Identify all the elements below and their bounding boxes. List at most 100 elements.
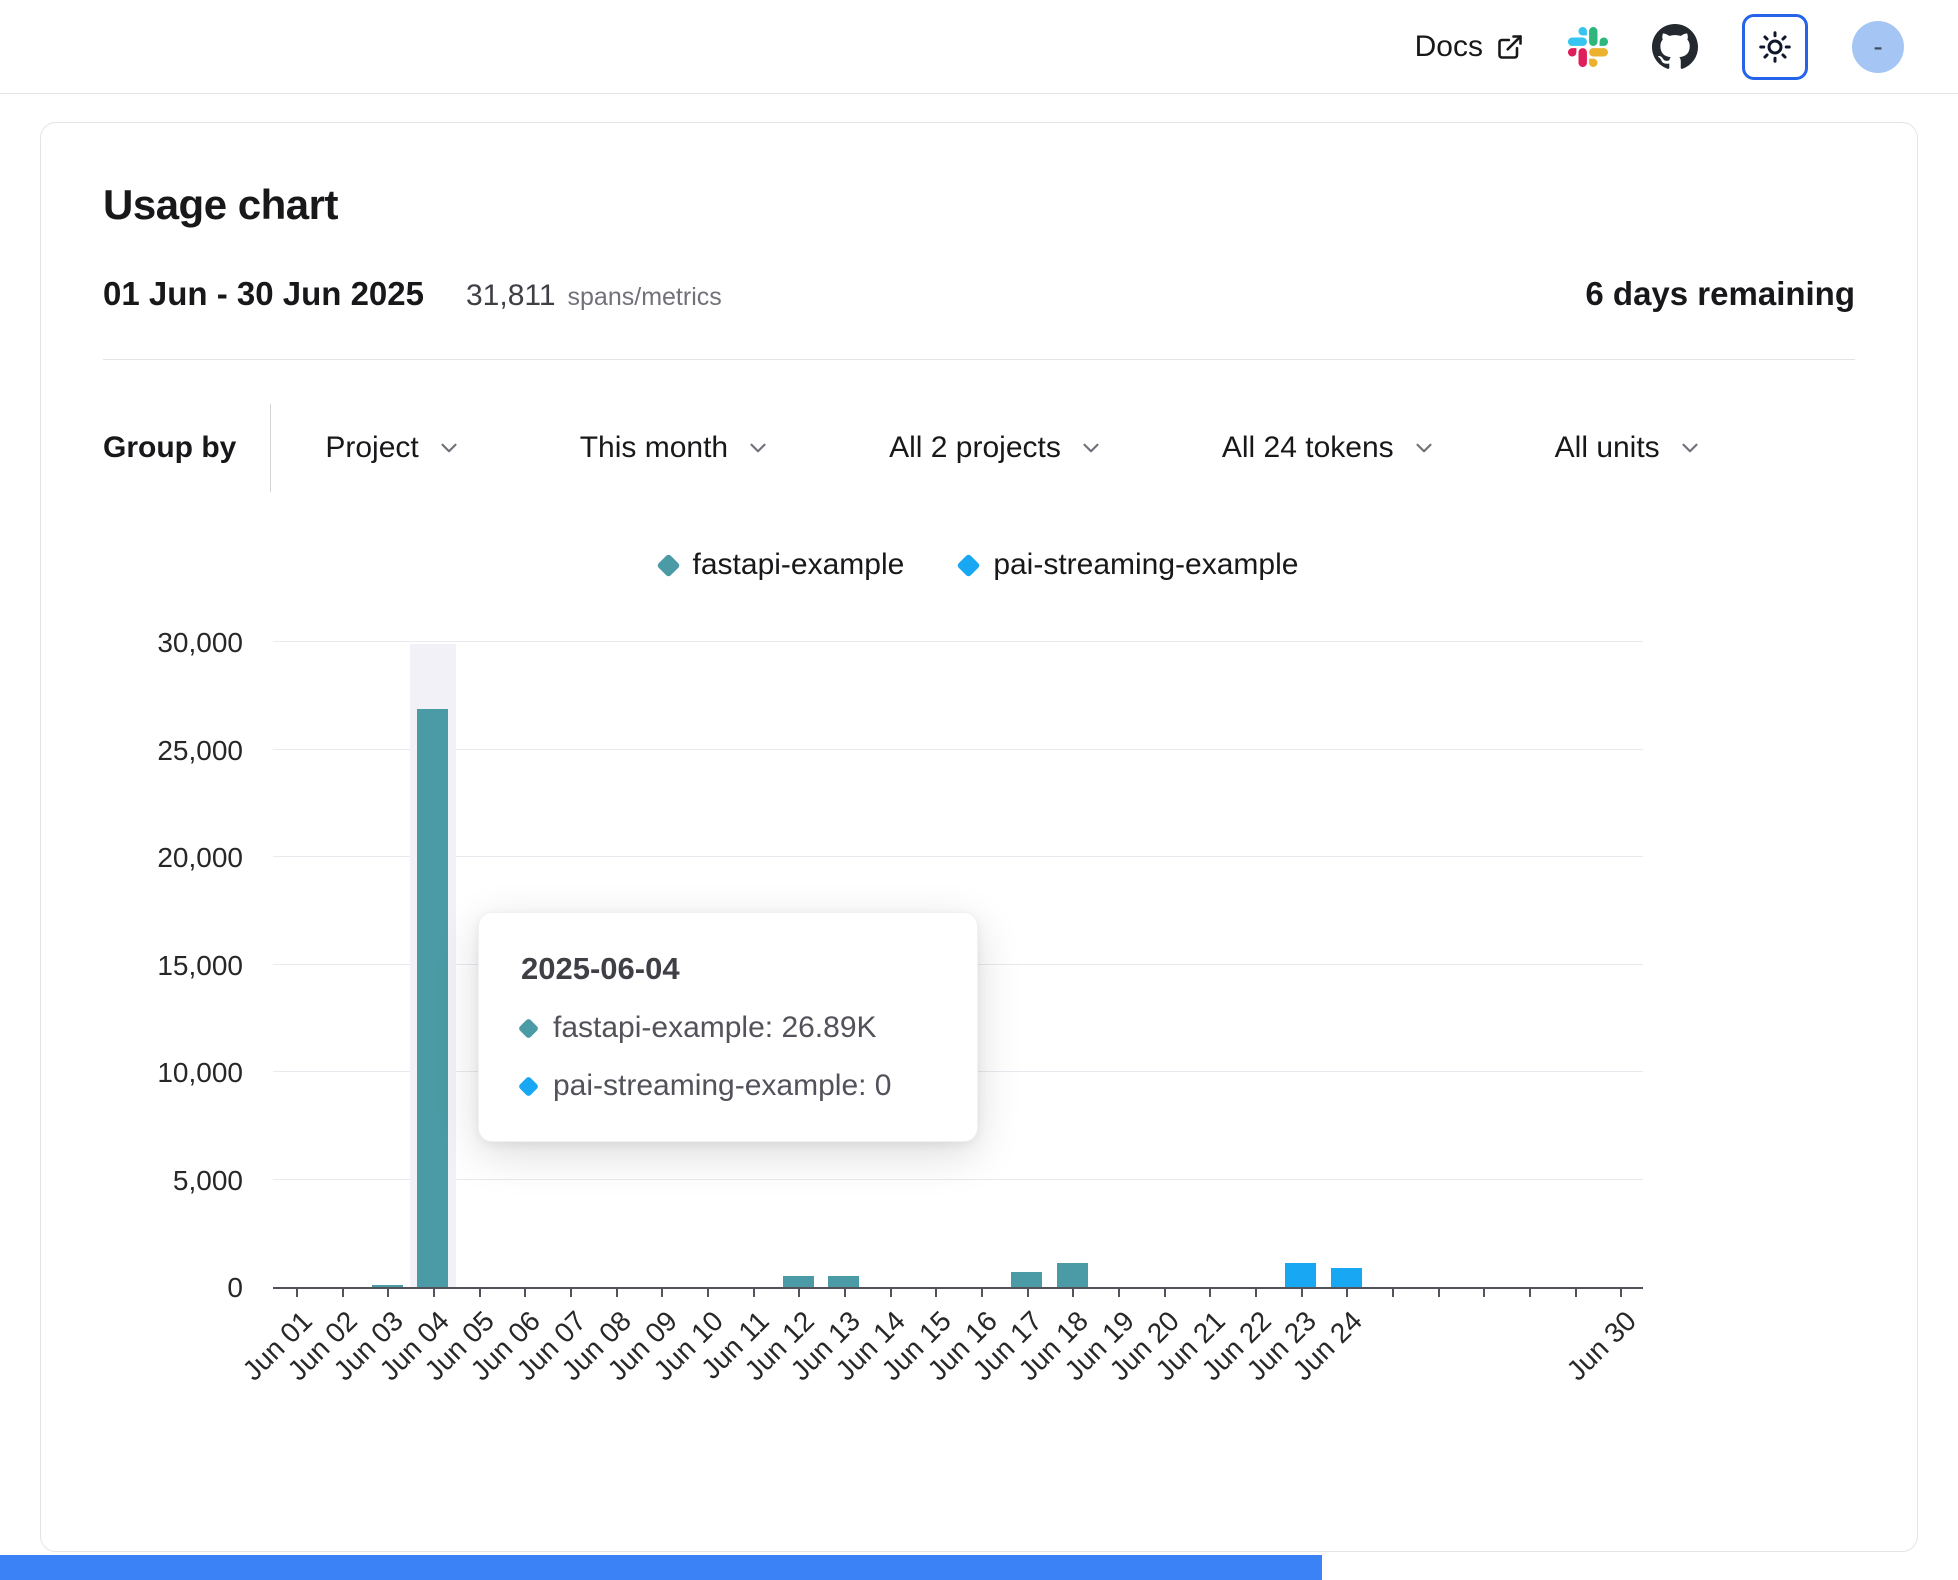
- x-axis-tick: [753, 1287, 755, 1297]
- chevron-down-icon: [1677, 435, 1703, 461]
- gridline: [273, 1179, 1643, 1180]
- section-divider: [103, 359, 1855, 360]
- bar-fastapi-example[interactable]: [1011, 1272, 1042, 1287]
- y-axis-label: 10,000: [103, 1057, 243, 1089]
- x-axis-tick: [1164, 1287, 1166, 1297]
- docs-link[interactable]: Docs: [1415, 30, 1524, 64]
- x-axis-tick: [570, 1287, 572, 1297]
- plot-area[interactable]: 2025-06-04 fastapi-example: 26.89K pai-s…: [273, 644, 1643, 1289]
- date-range: 01 Jun - 30 Jun 2025: [103, 275, 424, 313]
- y-axis-label: 20,000: [103, 842, 243, 874]
- total-count: 31,811: [466, 279, 556, 313]
- tooltip-row: fastapi-example: 26.89K: [521, 1011, 935, 1045]
- tokens-select-value: All 24 tokens: [1222, 431, 1394, 465]
- github-button[interactable]: [1652, 24, 1698, 70]
- tooltip-diamond-icon: [518, 1017, 539, 1038]
- total-unit: spans/metrics: [568, 283, 722, 312]
- gridline: [273, 749, 1643, 750]
- x-axis-tick: [707, 1287, 709, 1297]
- tooltip-row: pai-streaming-example: 0: [521, 1069, 935, 1103]
- user-avatar[interactable]: -: [1852, 21, 1904, 73]
- x-axis-tick: [387, 1287, 389, 1297]
- x-axis-tick: [981, 1287, 983, 1297]
- usage-card: Usage chart 01 Jun - 30 Jun 2025 31,811 …: [40, 122, 1918, 1552]
- usage-meta-row: 01 Jun - 30 Jun 2025 31,811 spans/metric…: [103, 275, 1855, 313]
- slack-button[interactable]: [1568, 27, 1608, 67]
- page-title: Usage chart: [103, 181, 1855, 229]
- x-axis-tick: [1072, 1287, 1074, 1297]
- chart-legend: fastapi-example pai-streaming-example: [103, 548, 1855, 582]
- x-axis-tick: [1529, 1287, 1531, 1297]
- filter-bar: Group by Project This month All 2 projec…: [103, 404, 1855, 492]
- legend-item[interactable]: pai-streaming-example: [960, 548, 1298, 582]
- y-axis-label: 15,000: [103, 950, 243, 982]
- legend-label: fastapi-example: [693, 548, 905, 582]
- bar-fastapi-example[interactable]: [1057, 1263, 1088, 1287]
- slack-icon: [1568, 27, 1608, 67]
- tokens-select[interactable]: All 24 tokens: [1222, 431, 1437, 465]
- x-axis-tick: [524, 1287, 526, 1297]
- x-axis-tick: [1438, 1287, 1440, 1297]
- date-range-select-value: This month: [580, 431, 728, 465]
- x-axis-tick: [433, 1287, 435, 1297]
- chevron-down-icon: [1078, 435, 1104, 461]
- github-icon: [1652, 24, 1698, 70]
- avatar-label: -: [1873, 31, 1882, 63]
- x-axis-tick: [1118, 1287, 1120, 1297]
- bottom-blue-strip: [0, 1555, 1322, 1580]
- x-axis-tick: [1209, 1287, 1211, 1297]
- x-axis-tick: [616, 1287, 618, 1297]
- vertical-divider: [270, 404, 271, 492]
- gridline: [273, 856, 1643, 857]
- projects-select[interactable]: All 2 projects: [889, 431, 1104, 465]
- filter-dropdowns: Project This month All 2 projects All 24…: [325, 431, 1702, 465]
- group-by-select-value: Project: [325, 431, 418, 465]
- chart-area: 2025-06-04 fastapi-example: 26.89K pai-s…: [103, 644, 1648, 1289]
- days-remaining: 6 days remaining: [1585, 275, 1855, 313]
- x-axis-tick: [798, 1287, 800, 1297]
- bar-fastapi-example[interactable]: [783, 1276, 814, 1287]
- tooltip-date: 2025-06-04: [521, 951, 935, 987]
- x-axis-label: Jun 30: [1561, 1305, 1643, 1387]
- y-axis-label: 5,000: [103, 1165, 243, 1197]
- legend-diamond-icon: [656, 553, 680, 577]
- x-axis-tick: [844, 1287, 846, 1297]
- theme-toggle-button[interactable]: [1742, 14, 1808, 80]
- x-axis-tick: [296, 1287, 298, 1297]
- x-axis-tick: [1027, 1287, 1029, 1297]
- x-axis-tick: [342, 1287, 344, 1297]
- units-select[interactable]: All units: [1555, 431, 1703, 465]
- x-axis-tick: [1620, 1287, 1622, 1297]
- chevron-down-icon: [436, 435, 462, 461]
- bar-fastapi-example[interactable]: [828, 1276, 859, 1287]
- chevron-down-icon: [1411, 435, 1437, 461]
- x-axis-tick: [661, 1287, 663, 1297]
- y-axis-label: 0: [103, 1272, 243, 1304]
- x-axis-tick: [890, 1287, 892, 1297]
- x-axis-tick: [1575, 1287, 1577, 1297]
- units-select-value: All units: [1555, 431, 1660, 465]
- chevron-down-icon: [745, 435, 771, 461]
- external-link-icon: [1496, 33, 1524, 61]
- date-range-select[interactable]: This month: [580, 431, 771, 465]
- gridline: [273, 641, 1643, 642]
- legend-diamond-icon: [957, 553, 981, 577]
- legend-label: pai-streaming-example: [993, 548, 1298, 582]
- x-axis-tick: [1255, 1287, 1257, 1297]
- legend-item[interactable]: fastapi-example: [660, 548, 905, 582]
- bar-fastapi-example[interactable]: [417, 709, 448, 1287]
- chart-tooltip: 2025-06-04 fastapi-example: 26.89K pai-s…: [478, 912, 978, 1142]
- group-by-label: Group by: [103, 405, 236, 491]
- group-by-select[interactable]: Project: [325, 431, 461, 465]
- bar-pai-streaming-example[interactable]: [1331, 1268, 1362, 1287]
- tooltip-diamond-icon: [518, 1075, 539, 1096]
- x-axis-tick: [1483, 1287, 1485, 1297]
- tooltip-row-text: pai-streaming-example: 0: [553, 1069, 891, 1103]
- x-axis-tick: [1392, 1287, 1394, 1297]
- x-axis-tick: [935, 1287, 937, 1297]
- top-header: Docs: [0, 0, 1958, 94]
- x-axis-tick: [1346, 1287, 1348, 1297]
- x-axis-tick: [479, 1287, 481, 1297]
- y-axis-label: 30,000: [103, 627, 243, 659]
- bar-pai-streaming-example[interactable]: [1285, 1263, 1316, 1287]
